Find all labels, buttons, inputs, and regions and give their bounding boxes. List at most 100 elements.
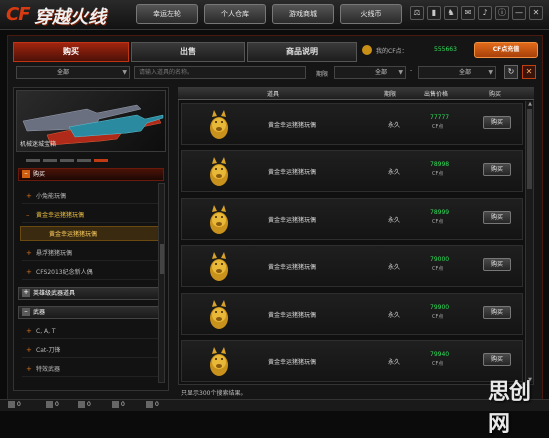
golden-pig-icon [210, 347, 228, 376]
banner-pager[interactable] [26, 157, 111, 164]
category-buy-label: 购买 [33, 171, 46, 178]
sidebar-item-label: Cat-刀锋 [36, 347, 61, 354]
item-price: 78999 [430, 209, 450, 216]
item-price-unit: CF点 [432, 266, 444, 272]
sidebar-item-selected[interactable]: 黄金幸运猪猪玩偶 [20, 226, 160, 241]
info-icon[interactable]: ⓘ [495, 6, 509, 20]
buy-button[interactable]: 购买 [483, 258, 511, 271]
item-name: 黄金幸运猪猪玩偶 [268, 217, 317, 224]
nav-personal-storage[interactable]: 个人仓库 [204, 4, 266, 24]
header-period: 期限 [384, 91, 397, 98]
nav-lucky-revolver[interactable]: 幸运左轮 [136, 4, 198, 24]
sidebar-item[interactable]: + 小兔能玩偶 [22, 189, 160, 204]
period-from-value: 全部 [375, 69, 388, 76]
sidebar-item-label: CFS2013纪念新人偶 [36, 269, 93, 276]
sidebar-item[interactable]: + 悬浮猪猪玩偶 [22, 246, 160, 261]
expand-icon: + [26, 249, 32, 257]
result-status: 只显示300个搜索结果。 [181, 390, 247, 397]
tab-item-info[interactable]: 商品说明 [247, 42, 357, 62]
item-period: 永久 [388, 217, 401, 224]
sidebar-item[interactable]: + Cat-刀锋 [22, 343, 160, 358]
item-period: 永久 [388, 264, 401, 271]
category-weapon-label: 武器 [33, 309, 46, 316]
mail-icon[interactable]: ✉ [461, 6, 475, 20]
buy-button[interactable]: 购买 [483, 163, 511, 176]
table-scrollbar[interactable]: ▲ ▼ [525, 101, 533, 383]
item-name: 黄金幸运猪猪玩偶 [268, 264, 317, 271]
tab-sell[interactable]: 出售 [131, 42, 245, 62]
table-row: 黄金幸运猪猪玩偶 永久 78999 CF点 购买 [181, 198, 523, 240]
close-window-icon[interactable]: ✕ [529, 6, 543, 20]
sidebar-item[interactable]: + C, A, T [22, 324, 160, 339]
golden-pig-icon [210, 205, 228, 234]
tab-buy[interactable]: 购买 [13, 42, 129, 62]
cf-points-icon [362, 45, 372, 55]
balance-icon[interactable]: ⚖ [410, 6, 424, 20]
minimize-icon[interactable]: — [512, 6, 526, 20]
expand-icon: + [26, 192, 32, 200]
collapse-icon: – [22, 308, 30, 316]
buy-button[interactable]: 购买 [483, 211, 511, 224]
table-row: 黄金幸运猪猪玩偶 永久 78998 CF点 购买 [181, 150, 523, 192]
scroll-up-icon[interactable]: ▲ [526, 101, 534, 107]
stat-icon [78, 401, 85, 408]
sidebar-item[interactable]: – 黄金幸运猪猪玩偶 [22, 208, 160, 223]
table-row: 黄金幸运猪猪玩偶 永久 79900 CF点 购买 [181, 293, 523, 335]
item-period: 永久 [388, 359, 401, 366]
stat-value: 0 [55, 401, 59, 408]
pager-dot[interactable] [43, 159, 57, 162]
sidebar-item-label: 悬浮猪猪玩偶 [36, 250, 73, 257]
buy-button[interactable]: 购买 [483, 353, 511, 366]
expand-icon: + [26, 327, 32, 335]
pager-dot-active[interactable] [94, 159, 108, 162]
stat-icon [46, 401, 53, 408]
expand-icon: + [22, 288, 30, 297]
table-row: 黄金幸运猪猪玩偶 永久 79940 CF点 购买 [181, 340, 523, 382]
knight-icon[interactable]: ♞ [444, 6, 458, 20]
period-from-select[interactable]: 全部 ▼ [334, 66, 406, 79]
nav-game-mall[interactable]: 游戏商城 [272, 4, 334, 24]
item-price: 79940 [430, 351, 450, 358]
recharge-button[interactable]: CF点充值 [474, 42, 538, 58]
collapse-icon: – [26, 211, 30, 219]
bottom-stat: 0 [8, 401, 21, 408]
pager-dot[interactable] [60, 159, 74, 162]
battery-icon[interactable]: ▮ [427, 6, 441, 20]
item-name: 黄金幸运猪猪玩偶 [268, 359, 317, 366]
bottom-stat: 0 [78, 401, 91, 408]
chevron-down-icon: ▼ [122, 69, 127, 76]
refresh-button[interactable]: ↻ [504, 65, 518, 79]
cf-points-label: 我的CF点： [376, 48, 408, 55]
scroll-thumb[interactable] [160, 244, 164, 274]
pager-dot[interactable] [77, 159, 91, 162]
golden-pig-icon [210, 300, 228, 329]
chevron-down-icon: ▼ [398, 69, 403, 76]
stat-icon [112, 401, 119, 408]
item-price-unit: CF点 [432, 219, 444, 225]
close-button[interactable]: ✕ [522, 65, 536, 79]
period-to-value: 全部 [459, 69, 472, 76]
category-select[interactable]: 全部 ▼ [16, 66, 130, 79]
category-weapon-header[interactable]: – 武器 [18, 306, 164, 319]
period-dash: - [410, 67, 413, 74]
sidebar-item[interactable]: + 特效武器 [22, 362, 160, 377]
item-price-unit: CF点 [432, 314, 444, 320]
category-buy-header[interactable]: – 购买 [18, 168, 164, 181]
buy-button[interactable]: 购买 [483, 116, 511, 129]
sidebar-scrollbar[interactable] [158, 183, 165, 383]
search-input[interactable] [134, 66, 306, 79]
category-hero-header[interactable]: + 英雄级武器道具 [18, 287, 164, 300]
banner-title: 机械迷城宝箱 [20, 141, 57, 148]
scroll-thumb[interactable] [527, 109, 532, 189]
sidebar-item[interactable]: + CFS2013纪念新人偶 [22, 265, 160, 280]
item-price-unit: CF点 [432, 361, 444, 367]
buy-button[interactable]: 购买 [483, 306, 511, 319]
pager-dot[interactable] [26, 159, 40, 162]
stat-icon [146, 401, 153, 408]
sidebar-item-label: 黄金幸运猪猪玩偶 [49, 231, 98, 238]
period-to-select[interactable]: 全部 ▼ [418, 66, 496, 79]
chevron-down-icon: ▼ [488, 69, 493, 76]
stat-value: 0 [17, 401, 21, 408]
nav-cf-coin[interactable]: 火线币 [340, 4, 402, 24]
music-icon[interactable]: ♪ [478, 6, 492, 20]
